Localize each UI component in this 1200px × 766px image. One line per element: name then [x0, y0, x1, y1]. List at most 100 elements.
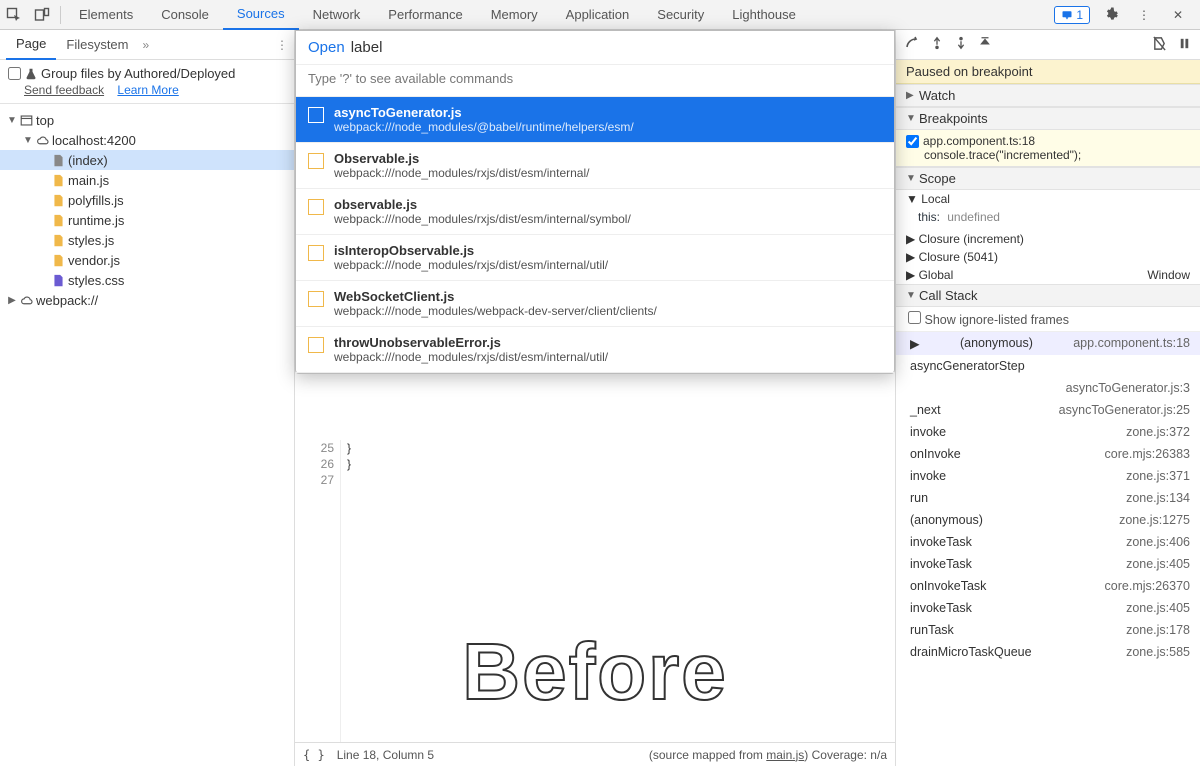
learn-more-link[interactable]: Learn More [117, 83, 178, 97]
file-icon [308, 245, 324, 261]
sidebar-kebab-icon[interactable]: ⋮ [276, 38, 288, 52]
quick-open-result[interactable]: Observable.jswebpack:///node_modules/rxj… [296, 143, 894, 189]
line-gutter: 252627 [295, 440, 341, 742]
tree-item[interactable]: main.js [0, 170, 294, 190]
kebab-icon[interactable]: ⋮ [1130, 1, 1158, 29]
tree-item[interactable]: polyfills.js [0, 190, 294, 210]
tab-console[interactable]: Console [147, 0, 223, 30]
sources-sidebar: PageFilesystem » ⋮ Group files by Author… [0, 30, 295, 766]
close-icon[interactable]: ✕ [1164, 1, 1192, 29]
main-tabs: ElementsConsoleSourcesNetworkPerformance… [65, 0, 1054, 30]
stack-frame[interactable]: asyncGeneratorStep [896, 355, 1200, 377]
tab-lighthouse[interactable]: Lighthouse [718, 0, 810, 30]
tab-memory[interactable]: Memory [477, 0, 552, 30]
tab-security[interactable]: Security [643, 0, 718, 30]
quick-open-input[interactable]: label [351, 39, 882, 56]
css-icon [50, 274, 66, 287]
file-icon [308, 291, 324, 307]
tab-performance[interactable]: Performance [374, 0, 476, 30]
file-icon [308, 107, 324, 123]
flask-icon [25, 68, 37, 80]
tree-item[interactable]: styles.js [0, 230, 294, 250]
file-tree: ▼top▼localhost:4200(index)main.jspolyfil… [0, 104, 294, 316]
scope-closure-1[interactable]: ▶ Closure (increment) [896, 230, 1200, 248]
step-out-icon[interactable] [978, 36, 992, 53]
resume-icon[interactable] [904, 35, 920, 54]
quick-open-result[interactable]: asyncToGenerator.jswebpack:///node_modul… [296, 97, 894, 143]
file-icon [50, 154, 66, 167]
scope-header[interactable]: ▼Scope [896, 167, 1200, 190]
js-icon [50, 174, 66, 187]
more-tabs-icon[interactable]: » [143, 38, 150, 52]
pretty-print-icon[interactable]: { } [303, 748, 325, 762]
stack-frame[interactable]: runTaskzone.js:178 [896, 619, 1200, 641]
tree-item[interactable]: vendor.js [0, 250, 294, 270]
stack-frame[interactable]: onInvokecore.mjs:26383 [896, 443, 1200, 465]
quick-open-result[interactable]: observable.jswebpack:///node_modules/rxj… [296, 189, 894, 235]
stack-frame[interactable]: invokeTaskzone.js:405 [896, 553, 1200, 575]
breakpoints-header[interactable]: ▼Breakpoints [896, 107, 1200, 130]
tree-item[interactable]: ▼top [0, 110, 294, 130]
stack-frame[interactable]: invokeTaskzone.js:406 [896, 531, 1200, 553]
tree-item[interactable]: runtime.js [0, 210, 294, 230]
send-feedback-link[interactable]: Send feedback [24, 83, 104, 97]
stack-frame[interactable]: invokezone.js:371 [896, 465, 1200, 487]
tab-application[interactable]: Application [552, 0, 644, 30]
js-icon [50, 194, 66, 207]
separator [60, 6, 61, 24]
scope-closure-2[interactable]: ▶ Closure (5041) [896, 248, 1200, 266]
group-by-label: Group files by Authored/Deployed [41, 66, 235, 81]
quick-open-result[interactable]: throwUnobservableError.jswebpack:///node… [296, 327, 894, 373]
issues-badge[interactable]: 1 [1054, 6, 1090, 24]
callstack-header[interactable]: ▼Call Stack [896, 284, 1200, 307]
cursor-position: Line 18, Column 5 [337, 748, 434, 762]
sidebar-tab-page[interactable]: Page [6, 30, 56, 60]
stack-frame[interactable]: drainMicroTaskQueuezone.js:585 [896, 641, 1200, 663]
tab-sources[interactable]: Sources [223, 0, 299, 30]
tree-item[interactable]: (index) [0, 150, 294, 170]
quick-open-result[interactable]: isInteropObservable.jswebpack:///node_mo… [296, 235, 894, 281]
source-mapped-file[interactable]: main.js [766, 748, 804, 762]
step-into-icon[interactable] [954, 36, 968, 53]
sidebar-tab-filesystem[interactable]: Filesystem [56, 30, 138, 60]
quick-open-prefix: Open [308, 39, 345, 56]
code-area[interactable]: }} [341, 440, 351, 742]
watch-header[interactable]: ▶Watch [896, 84, 1200, 107]
show-ignored-link[interactable]: Show ignore-listed frames [896, 307, 1200, 332]
tab-network[interactable]: Network [299, 0, 375, 30]
stack-frame[interactable]: onInvokeTaskcore.mjs:26370 [896, 575, 1200, 597]
scope-this: this: undefined [896, 208, 1200, 230]
cloud-icon [34, 134, 50, 147]
scope-local[interactable]: ▼ Local [896, 190, 1200, 208]
tree-item[interactable]: styles.css [0, 270, 294, 290]
breakpoint-code: console.trace("incremented"); [906, 148, 1190, 162]
stack-frame[interactable]: invokezone.js:372 [896, 421, 1200, 443]
stack-frame[interactable]: (anonymous)zone.js:1275 [896, 509, 1200, 531]
cloud-icon [18, 294, 34, 307]
editor-statusbar: { } Line 18, Column 5 (source mapped fro… [295, 742, 895, 766]
pause-exceptions-icon[interactable] [1177, 36, 1192, 54]
source-mapped-label: (source mapped from [649, 748, 766, 762]
top-right-controls: 1 ⋮ ✕ [1054, 1, 1200, 29]
tree-item[interactable]: ▼localhost:4200 [0, 130, 294, 150]
stack-frame[interactable]: ▶ (anonymous)app.component.ts:18 [896, 332, 1200, 355]
scope-global[interactable]: ▶ GlobalWindow [896, 266, 1200, 284]
stack-frame[interactable]: asyncToGenerator.js:3 [896, 377, 1200, 399]
stack-frame[interactable]: invokeTaskzone.js:405 [896, 597, 1200, 619]
settings-icon[interactable] [1096, 1, 1124, 29]
js-icon [50, 214, 66, 227]
quick-open-result[interactable]: WebSocketClient.jswebpack:///node_module… [296, 281, 894, 327]
breakpoint-checkbox[interactable] [906, 135, 919, 148]
device-toggle-icon[interactable] [28, 1, 56, 29]
tab-elements[interactable]: Elements [65, 0, 147, 30]
stack-frame[interactable]: _nextasyncToGenerator.js:25 [896, 399, 1200, 421]
stack-frame[interactable]: runzone.js:134 [896, 487, 1200, 509]
tree-item[interactable]: ▶webpack:// [0, 290, 294, 310]
breakpoint-item[interactable]: app.component.ts:18 console.trace("incre… [896, 130, 1200, 167]
inspect-icon[interactable] [0, 1, 28, 29]
step-over-icon[interactable] [930, 36, 944, 53]
group-by-checkbox-label[interactable]: Group files by Authored/Deployed [8, 66, 286, 81]
deactivate-bp-icon[interactable] [1152, 36, 1167, 54]
window-icon [18, 114, 34, 127]
group-by-checkbox[interactable] [8, 67, 21, 80]
